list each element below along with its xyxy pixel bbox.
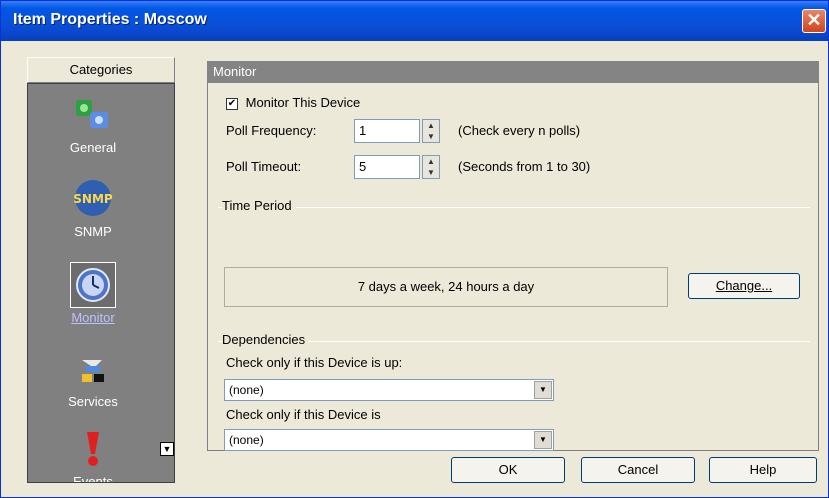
events-icon: [87, 432, 99, 466]
category-label: General: [69, 140, 117, 155]
ok-button[interactable]: OK: [451, 457, 565, 483]
dialog-client: Categories General SNMP SNMP Monitor Ser…: [7, 47, 822, 493]
spin-up-icon[interactable]: ▲: [423, 120, 439, 131]
poll-frequency-input[interactable]: 1: [354, 119, 420, 143]
spin-down-icon[interactable]: ▼: [423, 131, 439, 142]
dep-up-value: (none): [229, 383, 264, 397]
category-services[interactable]: Services: [28, 348, 158, 428]
poll-frequency-hint: (Check every n polls): [458, 123, 581, 138]
dependencies-label: Dependencies: [222, 332, 310, 347]
title-bar[interactable]: Item Properties : Moscow ✕: [1, 1, 828, 41]
poll-timeout-label: Poll Timeout:: [226, 159, 302, 174]
snmp-icon-text: SNMP: [73, 192, 113, 206]
dep-is-select[interactable]: (none) ▼: [224, 429, 554, 451]
poll-timeout-input[interactable]: 5: [354, 155, 420, 179]
category-label: SNMP: [74, 224, 112, 239]
poll-timeout-hint: (Seconds from 1 to 30): [458, 159, 591, 174]
change-button[interactable]: Change...: [688, 273, 800, 299]
time-period-value: 7 days a week, 24 hours a day: [224, 267, 668, 307]
general-icon: [76, 100, 108, 128]
monitor-device-checkbox[interactable]: ✔: [226, 97, 238, 110]
dropdown-arrow-icon[interactable]: ▼: [534, 431, 552, 449]
snmp-icon: SNMP: [73, 180, 113, 216]
scroll-down-icon[interactable]: ▼: [160, 442, 174, 456]
help-button[interactable]: Help: [709, 457, 817, 483]
category-events[interactable]: Events: [28, 428, 158, 483]
poll-frequency-label: Poll Frequency:: [226, 123, 317, 138]
cancel-button[interactable]: Cancel: [581, 457, 695, 483]
time-period-divider: [218, 207, 810, 208]
window-title: Item Properties : Moscow: [13, 11, 207, 28]
category-label: Events: [73, 474, 113, 483]
spin-up-icon[interactable]: ▲: [423, 156, 439, 167]
dep-is-value: (none): [229, 433, 264, 447]
category-snmp[interactable]: SNMP SNMP: [28, 178, 158, 258]
category-monitor[interactable]: Monitor: [28, 262, 158, 344]
dropdown-arrow-icon[interactable]: ▼: [534, 381, 552, 399]
poll-timeout-spinner[interactable]: ▲ ▼: [422, 155, 440, 179]
services-icon: [82, 360, 104, 382]
close-button[interactable]: ✕: [802, 9, 826, 33]
category-label: Monitor: [71, 310, 115, 325]
time-period-label: Time Period: [222, 198, 296, 213]
category-label: Services: [68, 394, 118, 409]
categories-header: Categories: [27, 57, 175, 83]
clock-icon: [76, 268, 110, 302]
monitor-device-label: Monitor This Device: [245, 95, 361, 110]
monitor-panel: ✔ Monitor This Device Poll Frequency: 1 …: [207, 83, 819, 451]
categories-panel: General SNMP SNMP Monitor Services Event…: [27, 83, 175, 483]
dep-up-label: Check only if this Device is up:: [226, 355, 403, 370]
monitor-device-row[interactable]: ✔ Monitor This Device: [226, 95, 360, 110]
poll-frequency-spinner[interactable]: ▲ ▼: [422, 119, 440, 143]
dep-up-select[interactable]: (none) ▼: [224, 379, 554, 401]
dialog-window: Item Properties : Moscow ✕ Categories Ge…: [0, 0, 829, 498]
category-general[interactable]: General: [28, 94, 158, 174]
change-button-label: Change...: [715, 278, 773, 293]
dep-is-label: Check only if this Device is: [226, 407, 381, 422]
spin-down-icon[interactable]: ▼: [423, 167, 439, 178]
panel-header: Monitor: [207, 61, 819, 83]
